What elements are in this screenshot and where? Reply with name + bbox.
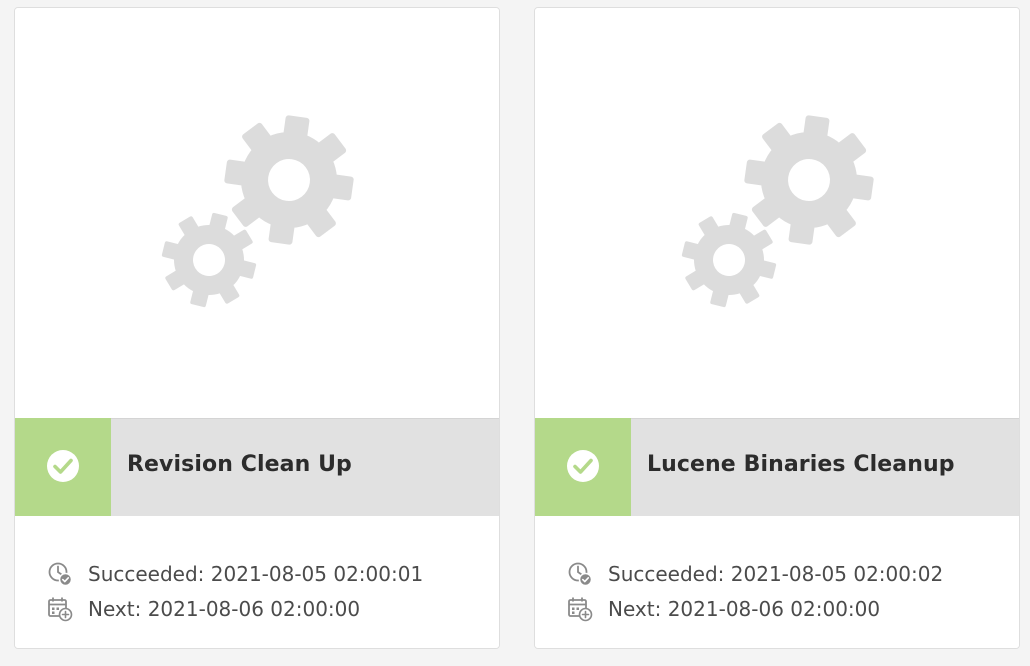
succeeded-value: 2021-08-05 02:00:01 <box>210 562 424 586</box>
succeeded-text: Succeeded: 2021-08-05 02:00:01 <box>88 562 423 586</box>
card-thumbnail <box>15 8 499 418</box>
next-row: Next: 2021-08-06 02:00:00 <box>47 596 360 622</box>
job-card-revision-clean-up[interactable]: Revision Clean Up Succeeded: 2021-08-05 … <box>14 7 500 649</box>
next-label: Next: <box>88 597 142 621</box>
card-title-bar: Revision Clean Up <box>15 418 499 517</box>
succeeded-label: Succeeded: <box>88 562 205 586</box>
status-indicator-success <box>15 418 111 517</box>
next-row: Next: 2021-08-06 02:00:00 <box>567 596 880 622</box>
card-info: Succeeded: 2021-08-05 02:00:02 Next: 202… <box>535 516 1019 648</box>
succeeded-row: Succeeded: 2021-08-05 02:00:01 <box>47 561 423 587</box>
clock-check-icon <box>568 562 593 587</box>
card-thumbnail <box>535 8 1019 418</box>
next-label: Next: <box>608 597 662 621</box>
checkmark-circle-icon <box>567 450 599 482</box>
card-title-bar: Lucene Binaries Cleanup <box>535 418 1019 517</box>
gears-icon <box>152 107 362 317</box>
card-title: Lucene Binaries Cleanup <box>647 452 955 477</box>
succeeded-value: 2021-08-05 02:00:02 <box>730 562 944 586</box>
job-card-lucene-binaries-cleanup[interactable]: Lucene Binaries Cleanup Succeeded: 2021-… <box>534 7 1020 649</box>
next-text: Next: 2021-08-06 02:00:00 <box>608 597 880 621</box>
checkmark-circle-icon <box>47 450 79 482</box>
card-info: Succeeded: 2021-08-05 02:00:01 Next: 202… <box>15 516 499 648</box>
succeeded-row: Succeeded: 2021-08-05 02:00:02 <box>567 561 943 587</box>
gears-icon <box>672 107 882 317</box>
calendar-add-icon <box>568 597 593 622</box>
succeeded-text: Succeeded: 2021-08-05 02:00:02 <box>608 562 943 586</box>
next-value: 2021-08-06 02:00:00 <box>147 597 361 621</box>
card-title: Revision Clean Up <box>127 452 352 477</box>
next-value: 2021-08-06 02:00:00 <box>667 597 881 621</box>
succeeded-label: Succeeded: <box>608 562 725 586</box>
next-text: Next: 2021-08-06 02:00:00 <box>88 597 360 621</box>
calendar-add-icon <box>48 597 73 622</box>
clock-check-icon <box>48 562 73 587</box>
status-indicator-success <box>535 418 631 517</box>
